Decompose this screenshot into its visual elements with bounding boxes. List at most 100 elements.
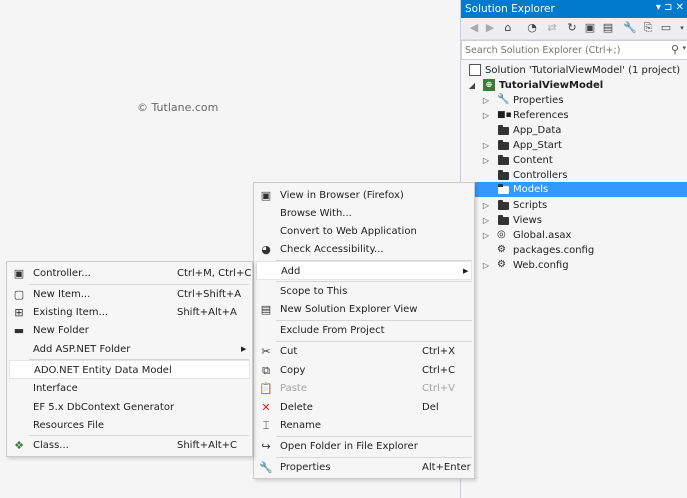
menu-item-delete[interactable]: ✕ Delete Del <box>256 398 472 417</box>
sync-icon[interactable]: ⇄ <box>545 21 559 35</box>
tree-item-references[interactable]: ▷ ■▪ References <box>461 108 687 123</box>
home-icon[interactable]: ⌂ <box>501 21 515 35</box>
menu-item-shortcut: Shift+Alt+C <box>177 440 238 451</box>
submenu-item-controller[interactable]: ▣ Controller... Ctrl+M, Ctrl+C <box>9 264 252 283</box>
solution-search-box[interactable]: ⚲ ▾ <box>461 40 687 60</box>
tree-item-content[interactable]: ▷ Content <box>461 153 687 168</box>
menu-item-check-accessibility[interactable]: ◕ Check Accessibility... <box>256 240 472 259</box>
menu-item-rename[interactable]: ⌶ Rename <box>256 416 472 435</box>
menu-item-properties[interactable]: 🔧 Properties Alt+Enter <box>256 458 472 477</box>
menu-item-browse-with[interactable]: Browse With... <box>256 204 472 223</box>
collapsed-arrow-icon[interactable]: ▷ <box>481 108 491 123</box>
tree-item-label: Scripts <box>513 200 548 211</box>
forward-icon[interactable]: ▶ <box>483 21 497 35</box>
collapsed-arrow-icon[interactable]: ▷ <box>481 213 491 228</box>
tree-item-app-data[interactable]: App_Data <box>461 123 687 138</box>
tree-item-project[interactable]: ◢ ⊕ TutorialViewModel <box>461 78 687 93</box>
submenu-item-ado-net-entity-data-model[interactable]: ADO.NET Entity Data Model <box>9 360 250 379</box>
menu-item-label: Copy <box>280 365 306 376</box>
tree-item-solution[interactable]: Solution 'TutorialViewModel' (1 project) <box>461 63 687 78</box>
preview-icon[interactable]: ▭ <box>659 21 673 35</box>
global-asax-icon: ◎ <box>497 229 506 240</box>
references-icon: ■▪ <box>497 110 512 120</box>
tree-item-label: App_Data <box>513 125 562 136</box>
collapse-all-icon[interactable]: ▣ <box>583 21 597 35</box>
menu-item-copy[interactable]: ⧉ Copy Ctrl+C <box>256 361 472 380</box>
folder-icon <box>498 170 509 180</box>
wrench-icon: 🔧 <box>497 94 510 105</box>
submenu-item-class[interactable]: ❖ Class... Shift+Alt+C <box>9 436 250 455</box>
browser-icon: ▣ <box>260 189 272 202</box>
tree-item-label: Views <box>513 215 542 226</box>
tree-item-label: Solution 'TutorialViewModel' (1 project) <box>485 65 681 76</box>
submenu-item-new-folder[interactable]: ▬ New Folder <box>9 321 250 340</box>
menu-item-label: Browse With... <box>280 208 352 219</box>
menu-item-cut[interactable]: ✂ Cut Ctrl+X <box>256 342 472 361</box>
submenu-item-resources-file[interactable]: Resources File <box>9 416 250 435</box>
menu-item-label: EF 5.x DbContext Generator <box>33 402 175 413</box>
menu-item-scope-to-this[interactable]: Scope to This <box>256 282 472 301</box>
pending-changes-filter-icon[interactable]: ◔ <box>525 21 539 35</box>
tree-item-label: Web.config <box>513 260 569 271</box>
submenu-item-ef-dbcontext-generator[interactable]: EF 5.x DbContext Generator <box>9 398 250 417</box>
tree-item-packages-config[interactable]: ⚙ packages.config <box>461 243 687 258</box>
tree-item-label: TutorialViewModel <box>499 80 604 91</box>
menu-item-open-folder-in-file-explorer[interactable]: ↪ Open Folder in File Explorer <box>256 437 472 456</box>
menu-item-add[interactable]: Add ▶ <box>256 261 472 280</box>
collapsed-arrow-icon[interactable]: ▷ <box>481 93 491 108</box>
watermark: © Tutlane.com <box>137 101 219 114</box>
collapsed-arrow-icon[interactable]: ▷ <box>481 228 491 243</box>
menu-item-exclude-from-project[interactable]: Exclude From Project <box>256 321 472 340</box>
collapsed-arrow-icon[interactable]: ▷ <box>481 153 491 168</box>
tree-item-views[interactable]: ▷ Views <box>461 213 687 228</box>
csharp-project-icon: ⊕ <box>483 79 495 91</box>
search-options-chevron-icon[interactable]: ▾ <box>682 44 686 52</box>
panel-window-controls[interactable]: ▾ ⊐ ✕ <box>656 2 684 13</box>
toolbar-overflow-icon[interactable]: ▾ <box>675 21 687 35</box>
accessibility-icon: ◕ <box>261 243 271 256</box>
rename-icon: ⌶ <box>262 419 270 432</box>
menu-item-new-solution-explorer-view[interactable]: ▤ New Solution Explorer View <box>256 300 472 319</box>
submenu-item-interface[interactable]: Interface <box>9 379 250 398</box>
tree-item-label: App_Start <box>513 140 562 151</box>
collapsed-arrow-icon[interactable]: ▷ <box>481 198 491 213</box>
tree-item-label: Global.asax <box>513 230 572 241</box>
menu-item-paste[interactable]: 📋 Paste Ctrl+V <box>256 379 472 398</box>
tree-item-web-config[interactable]: ▷ ⚙ Web.config <box>461 258 687 273</box>
expanded-arrow-icon[interactable]: ◢ <box>467 78 477 93</box>
config-file-icon: ⚙ <box>497 244 506 255</box>
submenu-item-existing-item[interactable]: ⊞ Existing Item... Shift+Alt+A <box>9 303 250 322</box>
menu-item-label: Existing Item... <box>33 307 109 318</box>
tree-item-models[interactable]: Models <box>461 182 687 197</box>
collapsed-arrow-icon[interactable]: ▷ <box>481 258 491 273</box>
folder-icon <box>498 184 509 194</box>
menu-item-label: View in Browser (Firefox) <box>280 190 404 201</box>
scissors-icon: ✂ <box>261 345 271 358</box>
menu-item-label: Add <box>281 266 301 277</box>
solution-explorer-title: Solution Explorer <box>465 3 555 15</box>
wrench-icon: 🔧 <box>259 461 273 474</box>
tree-item-properties[interactable]: ▷ 🔧 Properties <box>461 93 687 108</box>
submenu-item-new-item[interactable]: ▢ New Item... Ctrl+Shift+A <box>9 285 250 304</box>
menu-item-convert-to-web-application[interactable]: Convert to Web Application <box>256 222 472 241</box>
search-icon[interactable]: ⚲ <box>671 43 679 56</box>
properties-wrench-icon[interactable]: 🔧 <box>623 21 637 35</box>
collapsed-arrow-icon[interactable]: ▷ <box>481 138 491 153</box>
menu-item-view-in-browser[interactable]: ▣ View in Browser (Firefox) <box>256 186 472 205</box>
menu-item-label: Exclude From Project <box>280 325 385 336</box>
folder-icon <box>498 155 509 165</box>
view-code-icon[interactable]: ⎘ <box>641 21 655 35</box>
tree-item-global-asax[interactable]: ▷ ◎ Global.asax <box>461 228 687 243</box>
refresh-icon[interactable]: ↻ <box>565 21 579 35</box>
submenu-item-add-aspnet-folder[interactable]: Add ASP.NET Folder ▶ <box>9 340 250 359</box>
solution-search-input[interactable] <box>465 42 665 58</box>
show-all-files-icon[interactable]: ▤ <box>601 21 615 35</box>
menu-item-label: Scope to This <box>280 286 348 297</box>
tree-item-scripts[interactable]: ▷ Scripts <box>461 198 687 213</box>
tree-item-app-start[interactable]: ▷ App_Start <box>461 138 687 153</box>
web-config-icon: ⚙ <box>497 259 506 270</box>
add-submenu: ▣ Controller... Ctrl+M, Ctrl+C ▢ New Ite… <box>6 261 253 457</box>
back-icon[interactable]: ◀ <box>467 21 481 35</box>
menu-item-label: Add ASP.NET Folder <box>33 344 131 355</box>
tree-item-controllers[interactable]: Controllers <box>461 168 687 183</box>
